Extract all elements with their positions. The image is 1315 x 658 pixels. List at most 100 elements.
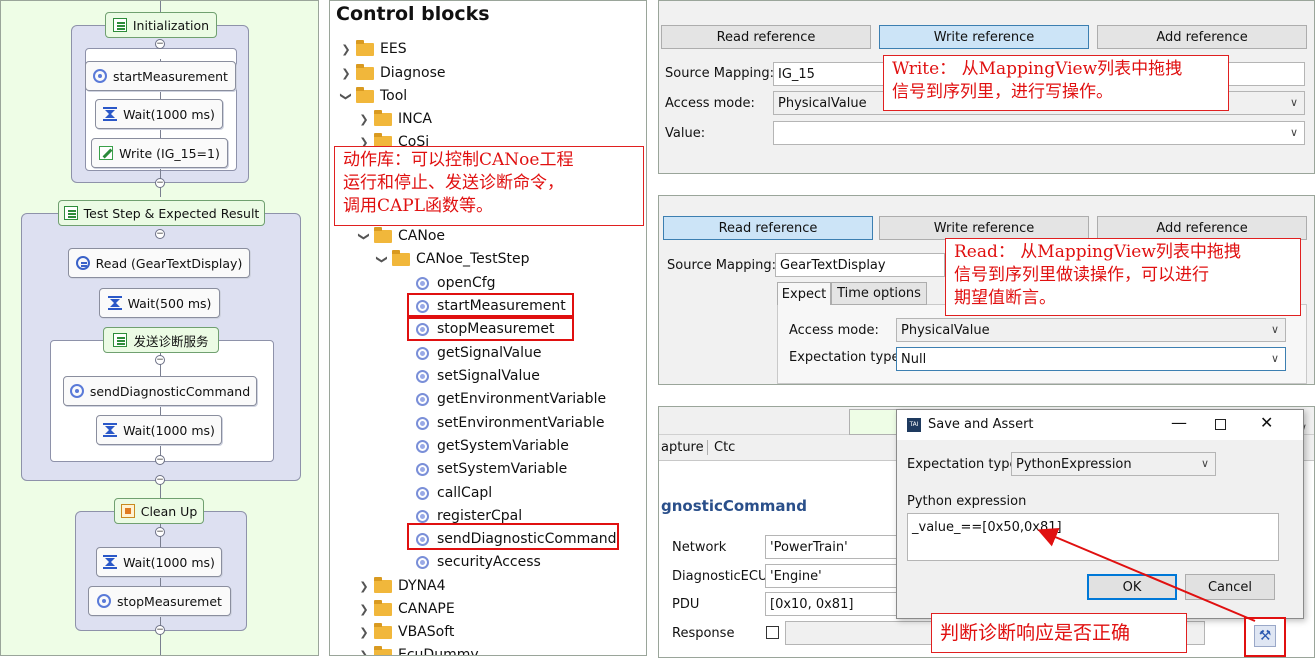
tab-time-options[interactable]: Time options [831, 282, 927, 305]
panel-title: Control blocks [336, 3, 490, 25]
tree-leaf-getsystemvariable[interactable]: getSystemVariable [416, 435, 569, 457]
write-step[interactable]: Write (IG_15=1) [91, 138, 228, 168]
annotation-arrow [1037, 527, 1256, 622]
collapse-toggle-icon[interactable]: − [155, 527, 165, 537]
read-note: Read： 从MappingView列表中拖拽 信号到序列里做读操作，可以进行 … [945, 238, 1301, 316]
chevron-right-icon[interactable]: ❯ [358, 649, 370, 656]
tree-leaf-callcapl[interactable]: callCapl [416, 482, 492, 504]
folder-icon [374, 645, 392, 655]
collapse-toggle-icon[interactable]: − [155, 229, 165, 239]
control-blocks-panel: Control blocks ❯ EES ❯ Diagnose ❯ Tool ❯ INC… [329, 0, 647, 656]
tab-expect[interactable]: Expect [777, 282, 831, 305]
tree-leaf-getsignalvalue[interactable]: getSignalValue [416, 342, 541, 364]
value-select[interactable]: ∨ [773, 121, 1305, 145]
tree-folder-vbasoft[interactable]: ❯ VBASoft [358, 621, 454, 643]
hourglass-icon [103, 423, 118, 437]
tree-folder-inca[interactable]: ❯ INCA [358, 108, 432, 130]
tree-folder-ecudummy[interactable]: ❯ EcuDummy [358, 644, 479, 656]
access-mode-select[interactable]: PhysicalValue ∨ [896, 318, 1286, 342]
send-diagnostic-command-step[interactable]: sendDiagnosticCommand [63, 376, 257, 406]
source-mapping-field[interactable]: GearTextDisplay [775, 253, 945, 277]
chevron-right-icon[interactable]: ❯ [358, 603, 370, 616]
chevron-down-icon[interactable]: ❯ [358, 230, 371, 242]
block-icon [416, 439, 429, 453]
initialization-step[interactable]: Initialization [105, 12, 217, 38]
clean-up-step[interactable]: Clean Up [114, 498, 204, 524]
test-sequence-flow: Initialization − startMeasurement Wait(1… [0, 0, 319, 656]
folder-icon [392, 249, 410, 266]
wait-step[interactable]: Wait(1000 ms) [96, 547, 222, 577]
source-mapping-label: Source Mapping: [665, 66, 774, 81]
chevron-down-icon[interactable]: ❯ [376, 253, 389, 265]
tree-leaf-setsystemvariable[interactable]: setSystemVariable [416, 458, 567, 480]
add-reference-button[interactable]: Add reference [1097, 25, 1307, 49]
read-reference-button[interactable]: Read reference [661, 25, 871, 49]
wait-step[interactable]: Wait(1000 ms) [96, 415, 222, 445]
block-icon [416, 555, 429, 569]
tree-leaf-setenvironmentvariable[interactable]: setEnvironmentVariable [416, 412, 604, 434]
tree-leaf-opencfg[interactable]: openCfg [416, 272, 496, 294]
collapse-toggle-icon[interactable]: − [155, 475, 165, 485]
hourglass-icon [103, 555, 118, 569]
tree-folder-dyna4[interactable]: ❯ DYNA4 [358, 575, 446, 597]
add-reference-button[interactable]: Add reference [1097, 216, 1307, 240]
collapse-toggle-icon[interactable]: − [155, 625, 165, 635]
highlight-send-diagnostic-command [407, 523, 619, 550]
tree-folder-tool[interactable]: ❯ Tool [340, 85, 407, 107]
highlight-stop-measurement [407, 317, 574, 341]
start-measurement-step[interactable]: startMeasurement [85, 61, 236, 91]
expectation-type-select[interactable]: Null ∨ [896, 347, 1286, 371]
action-library-note: 动作库：可以控制CANoe工程 运行和停止、发送诊断命令， 调用CAPL函数等。 [334, 146, 644, 226]
gear-icon [69, 384, 84, 398]
value-label: Value: [665, 126, 706, 141]
collapse-toggle-icon[interactable]: − [155, 178, 165, 188]
collapse-toggle-icon[interactable]: − [155, 39, 165, 49]
wait-step[interactable]: Wait(500 ms) [99, 288, 220, 318]
tree-leaf-securityaccess[interactable]: securityAccess [416, 551, 541, 573]
tree-leaf-setsignalvalue[interactable]: setSignalValue [416, 365, 540, 387]
write-reference-panel: Read reference Write reference Add refer… [658, 0, 1315, 174]
chevron-right-icon[interactable]: ❯ [358, 626, 370, 639]
sequence-icon [113, 333, 128, 347]
wait-step[interactable]: Wait(1000 ms) [95, 99, 223, 129]
block-icon [416, 392, 429, 406]
expect-tab-content [777, 304, 1307, 384]
sequence-icon [63, 206, 78, 220]
folder-icon [374, 599, 392, 616]
hourglass-icon [107, 296, 122, 310]
stop-measurement-step[interactable]: stopMeasuremet [88, 586, 231, 616]
write-reference-button[interactable]: Write reference [879, 25, 1089, 49]
chevron-down-icon[interactable]: ❯ [340, 90, 353, 102]
collapse-toggle-icon[interactable]: − [155, 355, 165, 365]
block-icon [416, 416, 429, 430]
diagnostic-service-step[interactable]: 发送诊断服务 [103, 327, 219, 353]
folder-icon [356, 63, 374, 80]
chevron-down-icon: ∨ [1289, 96, 1298, 109]
block-icon [416, 369, 429, 383]
read-step[interactable]: Read (GearTextDisplay) [68, 248, 250, 278]
tree-folder-diagnose[interactable]: ❯ Diagnose [340, 62, 445, 84]
chevron-down-icon: ∨ [1270, 352, 1279, 365]
gear-icon [97, 594, 112, 608]
tree-leaf-getenvironmentvariable[interactable]: getEnvironmentVariable [416, 388, 606, 410]
tree-folder-canoe[interactable]: ❯ CANoe [358, 225, 445, 247]
chevron-right-icon[interactable]: ❯ [340, 43, 352, 56]
block-icon [416, 486, 429, 500]
read-reference-button[interactable]: Read reference [663, 216, 873, 240]
test-step-title[interactable]: Test Step & Expected Result [58, 200, 265, 226]
collapse-toggle-icon[interactable]: − [155, 455, 165, 465]
chevron-right-icon[interactable]: ❯ [340, 67, 352, 80]
access-mode-label: Access mode: [665, 96, 755, 111]
gear-icon [93, 69, 108, 83]
block-icon [416, 276, 429, 290]
tree-folder-ees[interactable]: ❯ EES [340, 38, 407, 60]
tree-folder-canoe-teststep[interactable]: ❯ CANoe_TestStep [376, 248, 529, 270]
tree-folder-canape[interactable]: ❯ CANAPE [358, 598, 455, 620]
block-icon [416, 462, 429, 476]
read-icon [75, 256, 90, 270]
block-icon [416, 509, 429, 523]
chevron-right-icon[interactable]: ❯ [358, 580, 370, 593]
write-reference-button[interactable]: Write reference [879, 216, 1089, 240]
chevron-right-icon[interactable]: ❯ [358, 113, 370, 126]
folder-icon [374, 109, 392, 126]
